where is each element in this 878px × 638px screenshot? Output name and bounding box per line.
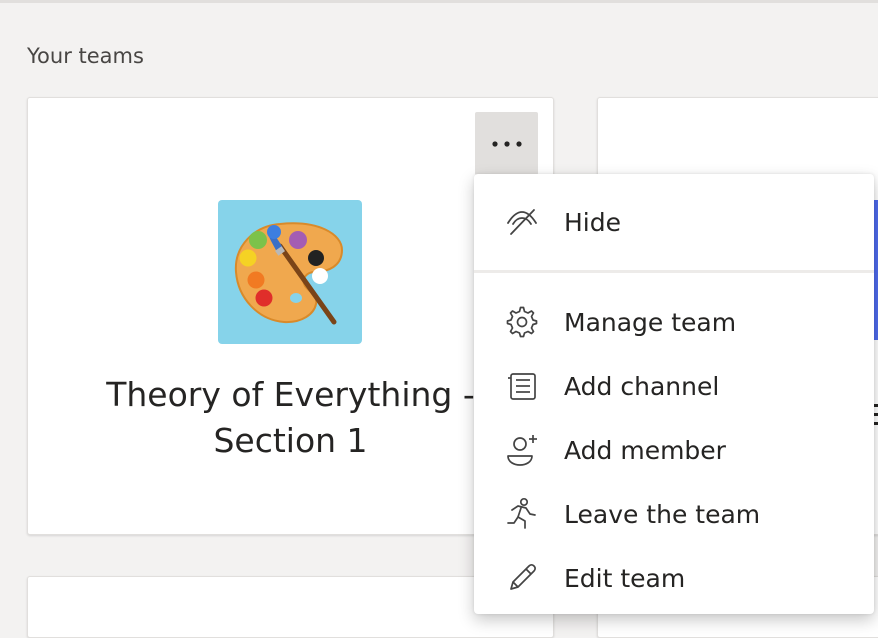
leave-icon: [507, 497, 536, 529]
add-member-icon: [507, 435, 537, 466]
menu-item-label: Leave the team: [564, 499, 761, 529]
team-name: Theory of Everything - Section 1: [106, 375, 475, 460]
menu-item-leave-team[interactable]: Leave the team: [474, 484, 874, 544]
menu-item-label: Add channel: [564, 371, 720, 401]
menu-item-label: Manage team: [564, 307, 737, 337]
section-title: Your teams: [27, 44, 144, 68]
menu-item-label: Add member: [564, 435, 726, 465]
team-avatar[interactable]: [218, 200, 362, 344]
pencil-icon: [510, 564, 536, 590]
menu-item-edit-team[interactable]: Edit team: [474, 548, 874, 608]
channel-icon: [508, 373, 536, 400]
hide-eye-icon: [507, 209, 537, 235]
menu-item-hide[interactable]: Hide: [474, 192, 874, 252]
menu-item-manage-team[interactable]: Manage team: [474, 292, 874, 352]
palette-icon: [234, 222, 344, 325]
gear-icon: [506, 306, 538, 338]
team-card-2-text-stub: [874, 404, 878, 407]
team-card-2-text-stub: [874, 413, 878, 416]
menu-divider: [474, 270, 874, 273]
team-card-2-text-stub: [874, 422, 878, 425]
menu-item-add-member[interactable]: Add member: [474, 420, 874, 480]
top-divider: [0, 0, 878, 3]
menu-item-add-channel[interactable]: Add channel: [474, 356, 874, 416]
team-context-menu: Hide Manage team Add channel Add member: [474, 174, 874, 614]
more-options-button[interactable]: [475, 112, 538, 175]
menu-item-label: Edit team: [564, 563, 686, 593]
menu-item-label: Hide: [564, 207, 621, 237]
more-icon: [491, 140, 522, 147]
